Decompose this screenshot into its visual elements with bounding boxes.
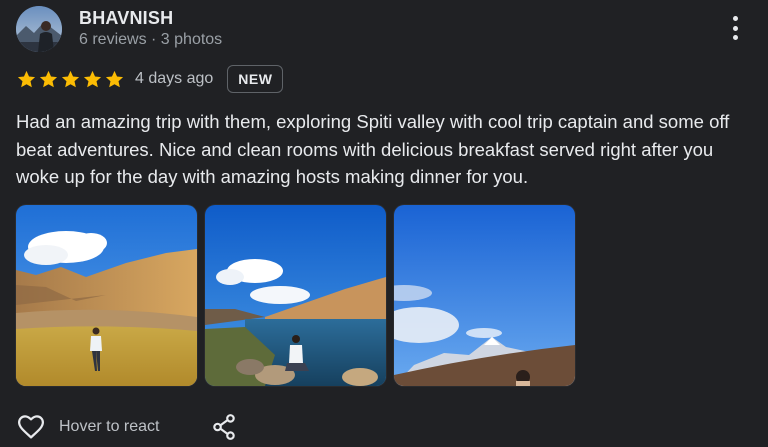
react-label[interactable]: Hover to react [59, 418, 159, 436]
reviewer-meta: 6 reviews · 3 photos [79, 31, 223, 48]
more-vertical-icon[interactable] [722, 14, 748, 42]
star-icon [39, 70, 58, 87]
reviewer-name[interactable]: BHAVNISH [79, 8, 173, 29]
star-rating [16, 69, 125, 90]
star-icon [61, 70, 80, 87]
new-badge: NEW [227, 65, 284, 93]
rating-row: 4 days ago NEW [16, 64, 284, 94]
star-icon [17, 70, 36, 87]
mountain-sky-photo[interactable] [394, 205, 575, 386]
star-icon [83, 70, 102, 87]
lake-person-photo[interactable] [205, 205, 386, 386]
review-text: Had an amazing trip with them, exploring… [16, 111, 730, 187]
valley-person-photo[interactable] [16, 205, 197, 386]
review-date: 4 days ago [135, 70, 214, 87]
reviewer-avatar[interactable] [16, 6, 62, 52]
star-icon [105, 70, 124, 87]
heart-outline-icon[interactable] [16, 412, 46, 442]
share-icon[interactable] [211, 413, 237, 441]
react-row: Hover to react [16, 410, 159, 444]
